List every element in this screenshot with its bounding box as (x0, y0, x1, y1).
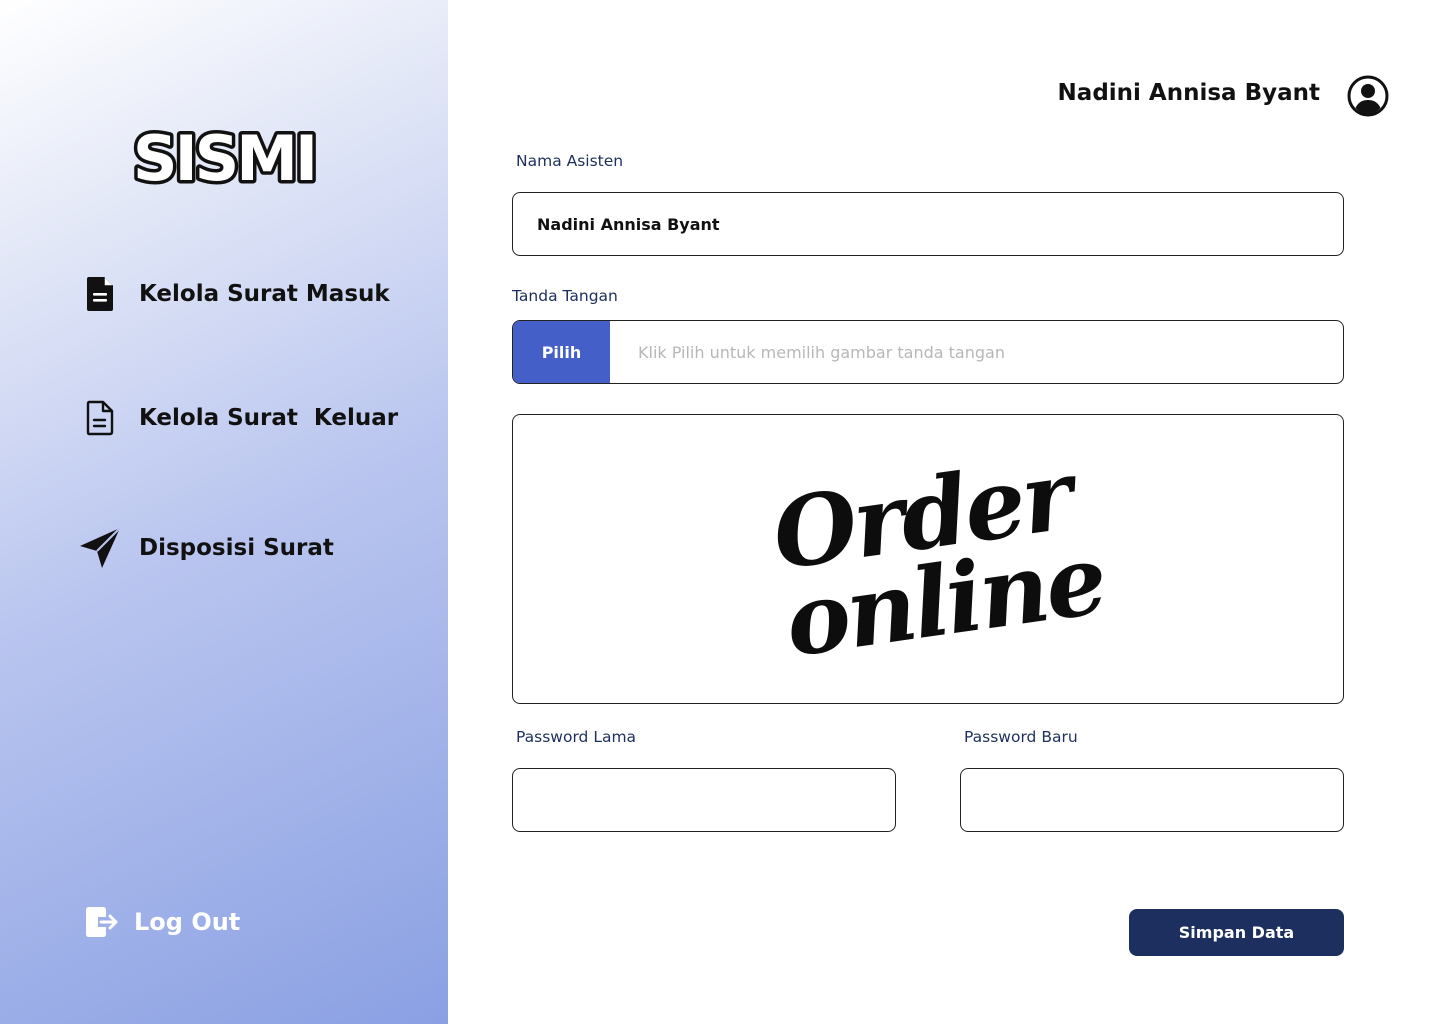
password-lama-label: Password Lama (516, 728, 637, 746)
sidebar-item-label: Kelola Surat Masuk (139, 281, 390, 307)
user-name: Nadini Annisa Byant (1057, 80, 1320, 106)
app-logo-graphic: SISMI (129, 119, 321, 199)
sidebar-item-label: Kelola Surat Keluar (139, 405, 399, 431)
app-logo: SISMI (126, 119, 322, 199)
file-picker-hint: Klik Pilih untuk memilih gambar tanda ta… (638, 342, 1005, 362)
sidebar-item-label: Disposisi Surat (139, 535, 334, 561)
paper-plane-icon (78, 526, 122, 570)
signature-preview: Order online (512, 414, 1344, 704)
sidebar-item-surat-masuk[interactable]: Kelola Surat Masuk (78, 272, 390, 316)
nama-asisten-label: Nama Asisten (516, 152, 624, 170)
logout-label: Log Out (134, 908, 241, 936)
sidebar: SISMI Kelola Surat Masuk Kelola Surat Ke… (0, 0, 448, 1024)
signature-image: Order online (747, 438, 1111, 679)
password-lama-input[interactable] (512, 768, 896, 832)
logout-button[interactable]: Log Out (82, 900, 240, 944)
nama-asisten-input[interactable] (512, 192, 1344, 256)
logout-icon (82, 900, 122, 944)
file-text-filled-icon (78, 272, 122, 316)
password-baru-input[interactable] (960, 768, 1344, 832)
tanda-tangan-label: Tanda Tangan (512, 287, 618, 305)
file-text-outline-icon (78, 396, 122, 440)
pilih-button[interactable]: Pilih (513, 321, 610, 383)
signature-file-picker: Pilih Klik Pilih untuk memilih gambar ta… (512, 320, 1344, 384)
simpan-data-button[interactable]: Simpan Data (1129, 909, 1344, 956)
sidebar-item-surat-keluar[interactable]: Kelola Surat Keluar (78, 396, 398, 440)
svg-text:SISMI: SISMI (133, 122, 315, 195)
user-circle-icon[interactable] (1346, 74, 1390, 118)
password-baru-label: Password Baru (964, 728, 1078, 746)
sidebar-item-disposisi[interactable]: Disposisi Surat (78, 526, 334, 570)
